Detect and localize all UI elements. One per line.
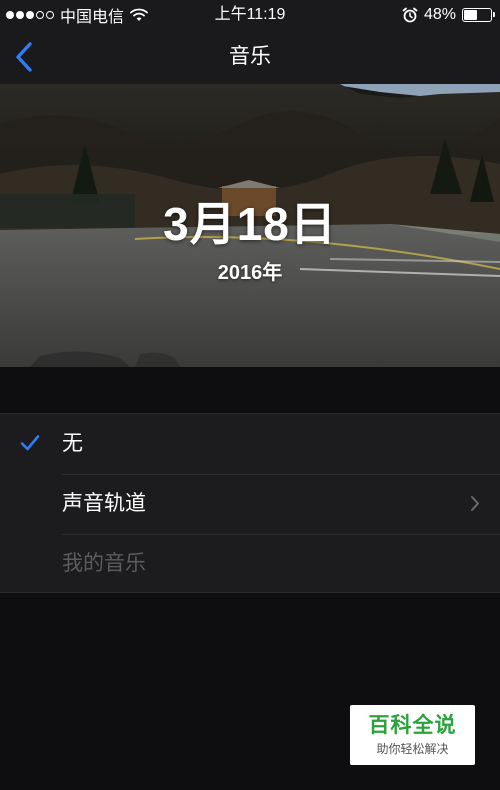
chevron-right-icon: [471, 496, 479, 511]
battery-percent: 48%: [423, 6, 456, 23]
navigation-bar: 音乐: [0, 30, 500, 84]
option-label: 声音轨道: [62, 492, 146, 515]
status-bar: 中国电信 上午11:19 48%: [0, 0, 500, 30]
memory-year: 2016年: [217, 262, 283, 284]
checkmark-icon: [20, 435, 40, 451]
watermark-logo: 百科全说 助你轻松解决: [350, 705, 475, 765]
battery-icon: [462, 8, 495, 22]
battery-level-fill: [464, 10, 477, 20]
watermark-subtitle: 助你轻松解决: [376, 742, 449, 756]
divider: [62, 534, 500, 535]
option-my-music[interactable]: 我的音乐: [0, 534, 500, 594]
watermark-title: 百科全说: [368, 714, 457, 737]
status-right: 48%: [402, 4, 495, 26]
option-label: 无: [62, 432, 83, 455]
option-label: 我的音乐: [62, 552, 146, 575]
battery-tip: [493, 12, 495, 17]
music-options-list: 无 声音轨道 我的音乐: [0, 413, 500, 593]
page-title: 音乐: [229, 45, 271, 68]
divider: [62, 474, 500, 475]
screen: 中国电信 上午11:19 48% 音乐 3月18日 2016年 无 声音轨道 我…: [0, 0, 500, 790]
alarm-clock-icon: [402, 7, 418, 23]
option-none[interactable]: 无: [0, 414, 500, 474]
memory-date: 3月18日: [163, 198, 337, 250]
memory-cover-photo[interactable]: 3月18日 2016年: [0, 84, 500, 367]
option-soundtracks[interactable]: 声音轨道: [0, 474, 500, 534]
